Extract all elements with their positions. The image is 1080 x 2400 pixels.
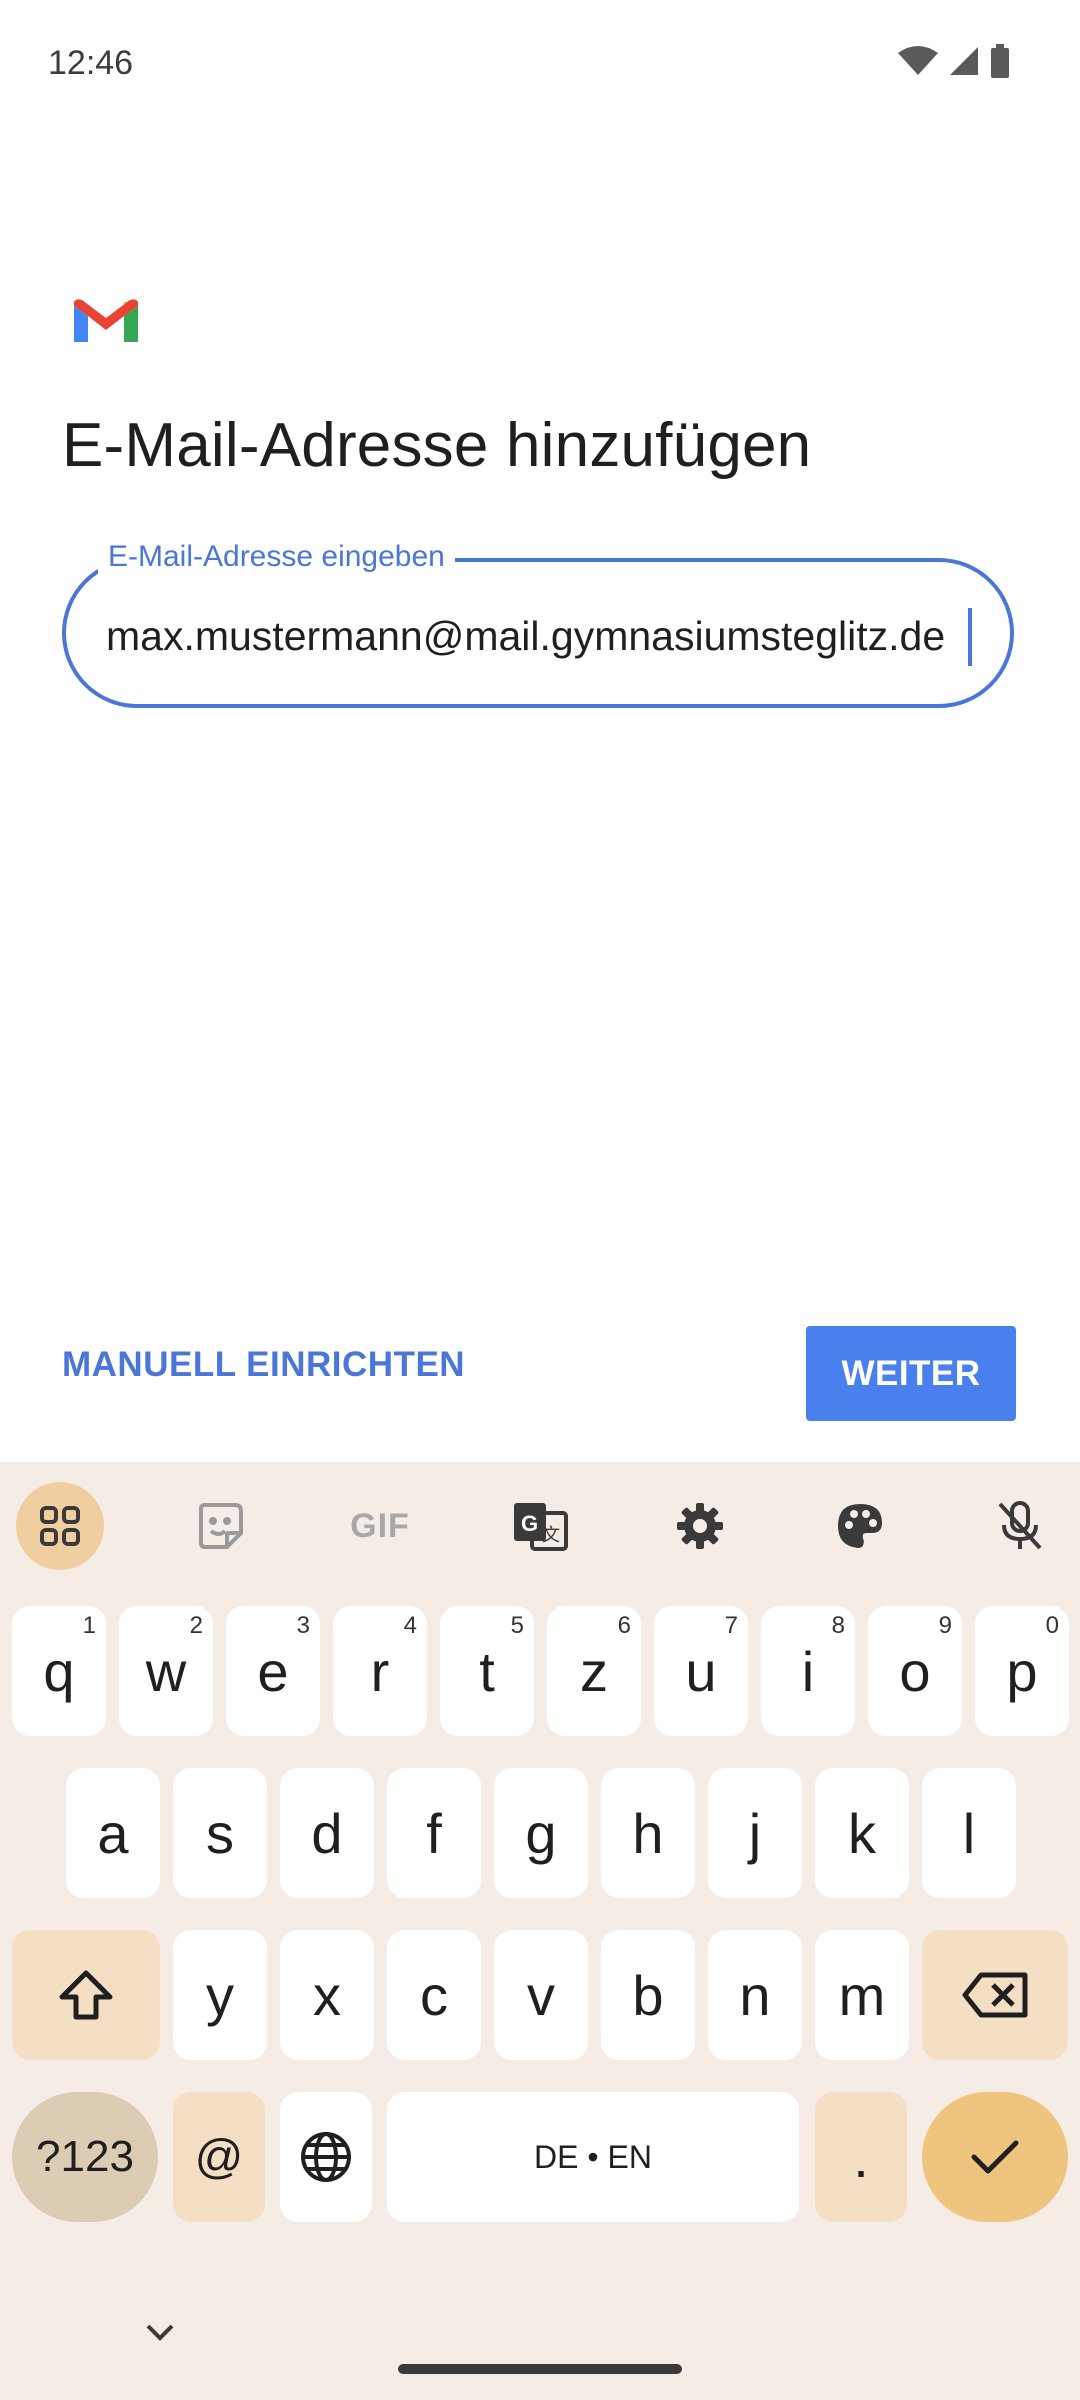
email-input-value[interactable]: max.mustermann@mail.gymnasiumsteglitz.de (106, 606, 970, 666)
email-input[interactable]: max.mustermann@mail.gymnasiumsteglitz.de (62, 558, 1014, 708)
gif-icon[interactable]: GIF (336, 1482, 424, 1570)
wifi-icon (898, 46, 938, 75)
apps-grid-icon[interactable] (16, 1482, 104, 1570)
key-q[interactable]: q1 (12, 1606, 106, 1736)
key-v[interactable]: v (494, 1930, 588, 2060)
at-key[interactable]: @ (173, 2092, 265, 2222)
period-key[interactable]: . (815, 2092, 907, 2222)
key-k[interactable]: k (815, 1768, 909, 1898)
next-button[interactable]: WEITER (806, 1326, 1016, 1421)
key-u[interactable]: u7 (654, 1606, 748, 1736)
status-icons (898, 44, 1010, 78)
status-time: 12:46 (48, 44, 134, 82)
enter-key[interactable] (922, 2092, 1068, 2222)
key-j[interactable]: j (708, 1768, 802, 1898)
svg-text:文: 文 (542, 1525, 560, 1545)
signal-icon (950, 47, 978, 75)
page-title: E-Mail-Adresse hinzufügen (62, 411, 812, 480)
manual-setup-button[interactable]: MANUELL EINRICHTEN (62, 1345, 465, 1385)
shift-icon (59, 1970, 113, 2020)
symbols-key[interactable]: ?123 (12, 2092, 158, 2222)
key-w[interactable]: w2 (119, 1606, 213, 1736)
key-o[interactable]: o9 (868, 1606, 962, 1736)
backspace-key[interactable] (922, 1930, 1068, 2060)
chevron-down-icon[interactable] (138, 2318, 182, 2346)
sticker-icon[interactable] (176, 1482, 264, 1570)
key-p[interactable]: p0 (975, 1606, 1069, 1736)
key-l[interactable]: l (922, 1768, 1016, 1898)
key-b[interactable]: b (601, 1930, 695, 2060)
key-c[interactable]: c (387, 1930, 481, 2060)
checkmark-icon (971, 2140, 1019, 2174)
key-f[interactable]: f (387, 1768, 481, 1898)
globe-icon (301, 2132, 351, 2182)
key-m[interactable]: m (815, 1930, 909, 2060)
key-g[interactable]: g (494, 1768, 588, 1898)
key-z[interactable]: z6 (547, 1606, 641, 1736)
key-i[interactable]: i8 (761, 1606, 855, 1736)
key-d[interactable]: d (280, 1768, 374, 1898)
translate-icon[interactable]: G 文 (496, 1482, 584, 1570)
key-r[interactable]: r4 (333, 1606, 427, 1736)
settings-gear-icon[interactable] (656, 1482, 744, 1570)
gif-label: GIF (350, 1506, 410, 1545)
keyboard-toolbar: GIF G 文 (0, 1462, 1080, 1588)
key-n[interactable]: n (708, 1930, 802, 2060)
mic-off-icon[interactable] (976, 1482, 1064, 1570)
key-e[interactable]: e3 (226, 1606, 320, 1736)
key-a[interactable]: a (66, 1768, 160, 1898)
space-key[interactable]: DE • EN (387, 2092, 799, 2222)
palette-icon[interactable] (816, 1482, 904, 1570)
status-bar: 12:46 (0, 0, 1080, 130)
text-cursor (968, 608, 972, 666)
battery-icon (991, 44, 1009, 78)
key-x[interactable]: x (280, 1930, 374, 2060)
key-y[interactable]: y (173, 1930, 267, 2060)
home-indicator[interactable] (398, 2364, 682, 2374)
shift-key[interactable] (12, 1930, 160, 2060)
key-t[interactable]: t5 (440, 1606, 534, 1736)
key-h[interactable]: h (601, 1768, 695, 1898)
language-key[interactable] (280, 2092, 372, 2222)
key-s[interactable]: s (173, 1768, 267, 1898)
email-input-label: E-Mail-Adresse eingeben (98, 540, 455, 574)
gmail-logo (74, 299, 138, 342)
svg-text:G: G (521, 1511, 538, 1536)
backspace-icon (962, 1972, 1028, 2018)
keyboard: GIF G 文 q 1 w 2 e 3 r 4 t 5 z 6 u 7 i 8 … (0, 1462, 1080, 2400)
